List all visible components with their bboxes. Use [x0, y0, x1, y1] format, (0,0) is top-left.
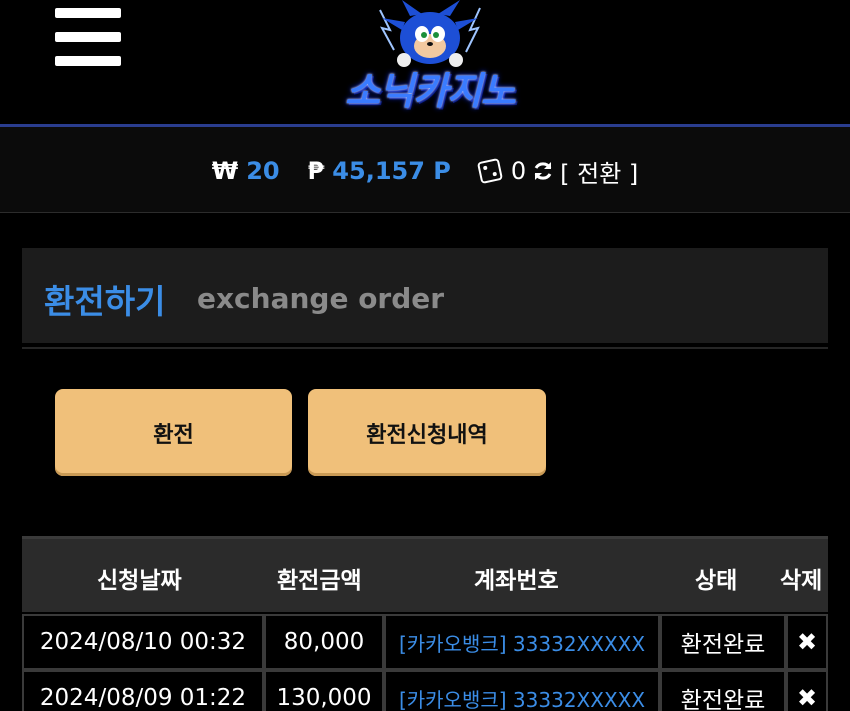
delete-icon[interactable]: ✖ — [797, 628, 817, 656]
cell-amount: 130,000 — [264, 670, 384, 711]
convert-link[interactable]: [ 전환 ] — [560, 154, 638, 189]
column-header-status: 상태 — [695, 568, 738, 594]
top-header: 소닉카지노 — [0, 0, 850, 125]
table-header: 신청날짜 환전금액 계좌번호 상태 삭제 — [22, 536, 828, 612]
exchange-button[interactable]: 환전 — [55, 389, 292, 476]
cell-amount: 80,000 — [264, 614, 384, 670]
cell-status: 환전완료 — [660, 614, 786, 670]
won-balance: 20 — [246, 157, 280, 185]
logo-text: 소닉카지노 — [345, 69, 516, 113]
won-icon: ₩ — [211, 157, 239, 185]
section-divider — [22, 347, 828, 349]
cell-account: [카카오뱅크] 33332XXXXX — [384, 670, 660, 711]
exchange-history-button[interactable]: 환전신청내역 — [308, 389, 546, 476]
column-header-delete: 삭제 — [780, 568, 823, 594]
cell-status: 환전완료 — [660, 670, 786, 711]
cell-delete: ✖ — [786, 614, 828, 670]
site-logo[interactable]: 소닉카지노 — [310, 0, 550, 120]
cell-date: 2024/08/09 01:22 — [22, 670, 264, 711]
table-row: 2024/08/10 00:32 80,000 [카카오뱅크] 33332XXX… — [22, 614, 828, 670]
column-header-account: 계좌번호 — [474, 568, 559, 594]
dice-icon — [476, 157, 503, 185]
table-row: 2024/08/09 01:22 130,000 [카카오뱅크] 33332XX… — [22, 670, 828, 711]
chip-balance: 0 — [510, 157, 527, 185]
page-title: 환전하기 — [44, 282, 166, 321]
section-header: 환전하기 exchange order — [22, 248, 828, 343]
column-header-date: 신청날짜 — [97, 568, 182, 594]
column-header-amount: 환전금액 — [277, 568, 362, 594]
balance-bar: ₩ 20 ₱ 45,157 P 0 [ 전환 ] — [0, 127, 850, 213]
refresh-icon[interactable] — [532, 160, 554, 182]
page-subtitle: exchange order — [197, 282, 445, 315]
cell-delete: ✖ — [786, 670, 828, 711]
cell-account: [카카오뱅크] 33332XXXXX — [384, 614, 660, 670]
delete-icon[interactable]: ✖ — [797, 684, 817, 711]
hamburger-menu-icon[interactable] — [55, 8, 121, 66]
point-balance: 45,157 P — [332, 157, 451, 185]
point-icon: ₱ — [307, 157, 325, 185]
cell-date: 2024/08/10 00:32 — [22, 614, 264, 670]
